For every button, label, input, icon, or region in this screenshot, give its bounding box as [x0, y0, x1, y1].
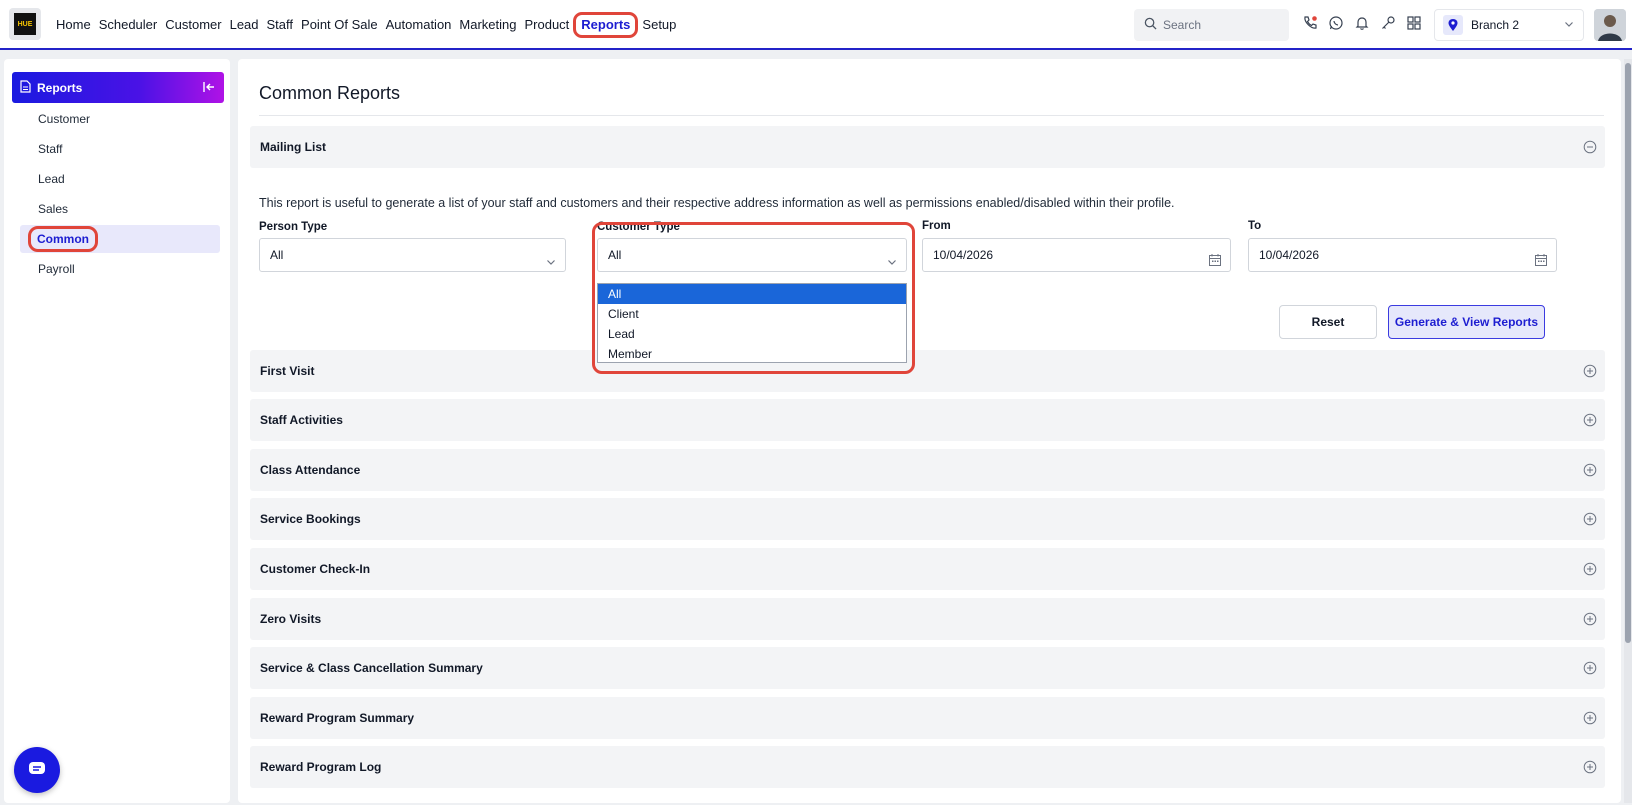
- expand-plus-icon[interactable]: [1583, 413, 1597, 430]
- from-date-value: 10/04/2026: [933, 248, 994, 262]
- section-first-visit[interactable]: First Visit: [250, 350, 1605, 392]
- key-icon[interactable]: [1379, 14, 1397, 32]
- person-type-label: Person Type: [259, 221, 328, 233]
- section-title: Mailing List: [260, 140, 326, 154]
- app-logo[interactable]: HUE: [9, 8, 41, 40]
- search-box[interactable]: Search: [1134, 9, 1289, 41]
- sidebar-item-label: Payroll: [38, 262, 75, 276]
- section-reward-program-summary[interactable]: Reward Program Summary: [250, 697, 1605, 739]
- nav-lead[interactable]: Lead: [226, 12, 263, 38]
- sidebar-item-label: Customer: [38, 112, 91, 126]
- section-staff-activities[interactable]: Staff Activities: [250, 399, 1605, 441]
- section-reward-program-log[interactable]: Reward Program Log: [250, 746, 1605, 788]
- main-nav: Home Scheduler Customer Lead Staff Point…: [52, 0, 680, 50]
- user-avatar[interactable]: [1594, 9, 1626, 41]
- whatsapp-icon[interactable]: [1327, 14, 1345, 32]
- from-date-input[interactable]: 10/04/2026: [922, 238, 1231, 272]
- reports-sidebar: Reports Customer Staff Lead Sales Common…: [4, 59, 230, 803]
- section-service-class-cancellation-summary[interactable]: Service & Class Cancellation Summary: [250, 647, 1605, 689]
- expand-plus-icon[interactable]: [1583, 512, 1597, 529]
- scrollbar-thumb[interactable]: [1625, 63, 1631, 643]
- report-file-icon: [20, 79, 31, 96]
- branch-name: Branch 2: [1471, 18, 1520, 32]
- nav-automation[interactable]: Automation: [382, 12, 456, 38]
- main-content: Common Reports Mailing List This report …: [238, 59, 1621, 803]
- section-mailing-list[interactable]: Mailing List: [250, 126, 1605, 168]
- nav-home[interactable]: Home: [52, 12, 95, 38]
- sidebar-header: Reports: [12, 72, 224, 103]
- sidebar-item-sales[interactable]: Sales: [20, 195, 220, 223]
- reset-button[interactable]: Reset: [1279, 305, 1377, 339]
- section-service-bookings[interactable]: Service Bookings: [250, 498, 1605, 540]
- section-title: Customer Check-In: [260, 562, 371, 576]
- title-divider: [259, 115, 1604, 116]
- from-date-label: From: [922, 220, 951, 232]
- to-date-value: 10/04/2026: [1259, 248, 1320, 262]
- sidebar-item-common[interactable]: Common: [20, 225, 220, 253]
- nav-setup[interactable]: Setup: [638, 12, 680, 38]
- nav-scheduler[interactable]: Scheduler: [95, 12, 162, 38]
- sidebar-title: Reports: [37, 80, 83, 95]
- nav-point-of-sale[interactable]: Point Of Sale: [297, 12, 382, 38]
- chat-icon: [27, 760, 47, 781]
- sidebar-item-label: Common: [28, 226, 98, 252]
- collapse-minus-icon[interactable]: [1583, 140, 1597, 157]
- to-date-label: To: [1248, 220, 1262, 232]
- collapse-sidebar-icon[interactable]: [202, 80, 216, 97]
- location-pin-icon: [1443, 15, 1463, 35]
- branch-selector[interactable]: Branch 2: [1434, 9, 1584, 41]
- generate-view-reports-button[interactable]: Generate & View Reports: [1388, 305, 1545, 339]
- expand-plus-icon[interactable]: [1583, 562, 1597, 579]
- sidebar-item-staff[interactable]: Staff: [20, 135, 220, 163]
- section-title: Reward Program Summary: [260, 711, 415, 725]
- section-title: Service Bookings: [260, 512, 361, 526]
- expand-plus-icon[interactable]: [1583, 711, 1597, 728]
- section-zero-visits[interactable]: Zero Visits: [250, 598, 1605, 640]
- page-title: Common Reports: [259, 83, 401, 103]
- search-placeholder: Search: [1163, 18, 1202, 32]
- sidebar-item-lead[interactable]: Lead: [20, 165, 220, 193]
- chevron-down-icon: [1563, 18, 1575, 33]
- calendar-icon[interactable]: [1534, 247, 1548, 279]
- mailing-list-description: This report is useful to generate a list…: [259, 196, 1175, 210]
- phone-icon[interactable]: [1301, 14, 1319, 32]
- sidebar-item-label: Lead: [38, 172, 65, 186]
- nav-marketing[interactable]: Marketing: [455, 12, 520, 38]
- person-type-value: All: [270, 248, 284, 262]
- logo-mark: HUE: [14, 13, 36, 35]
- top-icon-group: [1301, 14, 1423, 32]
- section-class-attendance[interactable]: Class Attendance: [250, 449, 1605, 491]
- sidebar-item-label: Sales: [38, 202, 69, 216]
- chevron-down-icon: [545, 248, 557, 280]
- section-title: Zero Visits: [260, 612, 322, 626]
- sidebar-item-payroll[interactable]: Payroll: [20, 255, 220, 283]
- nav-reports[interactable]: Reports: [573, 12, 639, 38]
- section-customer-check-in[interactable]: Customer Check-In: [250, 548, 1605, 590]
- expand-plus-icon[interactable]: [1583, 612, 1597, 629]
- section-title: Service & Class Cancellation Summary: [260, 661, 483, 675]
- expand-plus-icon[interactable]: [1583, 661, 1597, 678]
- top-navbar: HUE Home Scheduler Customer Lead Staff P…: [0, 0, 1632, 50]
- section-title: Reward Program Log: [260, 760, 382, 774]
- apps-grid-icon[interactable]: [1405, 14, 1423, 32]
- expand-plus-icon[interactable]: [1583, 463, 1597, 480]
- sidebar-item-customer[interactable]: Customer: [20, 105, 220, 133]
- page-scrollbar[interactable]: [1624, 59, 1632, 803]
- search-icon: [1144, 17, 1157, 33]
- person-type-select[interactable]: All: [259, 238, 566, 272]
- to-date-input[interactable]: 10/04/2026: [1248, 238, 1557, 272]
- chat-support-button[interactable]: [14, 747, 60, 793]
- section-title: First Visit: [260, 364, 315, 378]
- expand-plus-icon[interactable]: [1583, 760, 1597, 777]
- nav-product[interactable]: Product: [520, 12, 573, 38]
- bell-icon[interactable]: [1353, 14, 1371, 32]
- nav-staff[interactable]: Staff: [263, 12, 298, 38]
- calendar-icon[interactable]: [1208, 247, 1222, 279]
- section-title: Class Attendance: [260, 463, 361, 477]
- customer-type-highlight: [592, 222, 915, 374]
- section-title: Staff Activities: [260, 413, 343, 427]
- expand-plus-icon[interactable]: [1583, 364, 1597, 381]
- sidebar-item-label: Staff: [38, 142, 63, 156]
- nav-customer[interactable]: Customer: [161, 12, 225, 38]
